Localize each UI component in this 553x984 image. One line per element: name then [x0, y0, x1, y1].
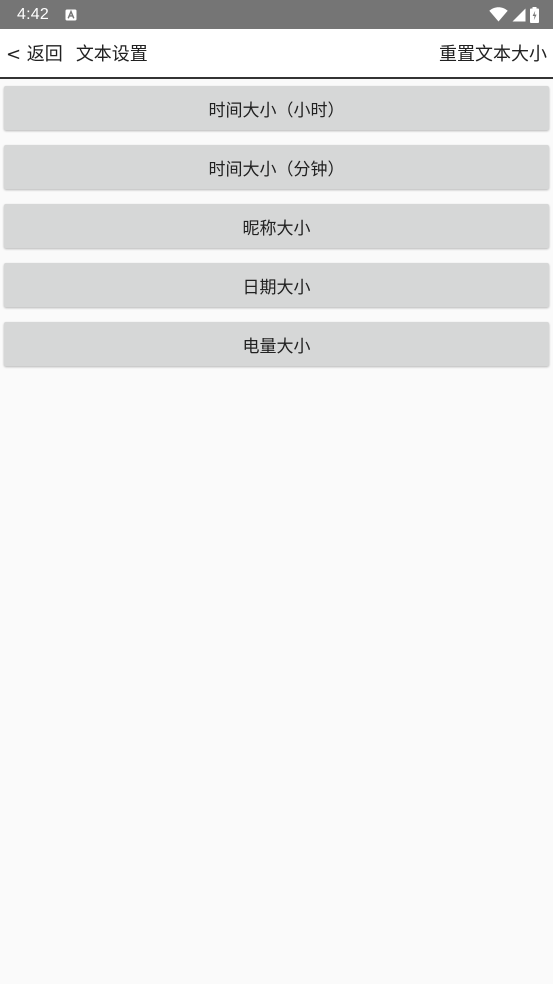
app-bar: < 返回 文本设置 重置文本大小 — [0, 29, 553, 79]
wifi-icon — [489, 7, 508, 22]
signal-icon — [512, 8, 526, 22]
status-icons — [489, 6, 539, 23]
minute-size-button[interactable]: 时间大小（分钟） — [4, 145, 549, 189]
page-title: 文本设置 — [75, 44, 148, 65]
status-time: 4:42 — [17, 5, 49, 23]
date-size-button[interactable]: 日期大小 — [4, 263, 549, 307]
battery-icon — [530, 6, 539, 23]
reset-text-size-button[interactable]: 重置文本大小 — [439, 40, 553, 66]
back-button[interactable]: < 返回 — [0, 40, 63, 66]
status-bar: 4:42 — [0, 0, 553, 29]
battery-size-button[interactable]: 电量大小 — [4, 322, 549, 366]
a-notification-icon — [65, 9, 77, 21]
text-settings-list: 时间大小（小时） 时间大小（分钟） 昵称大小 日期大小 电量大小 — [4, 86, 549, 381]
nickname-size-button[interactable]: 昵称大小 — [4, 204, 549, 248]
hour-size-button[interactable]: 时间大小（小时） — [4, 86, 549, 130]
